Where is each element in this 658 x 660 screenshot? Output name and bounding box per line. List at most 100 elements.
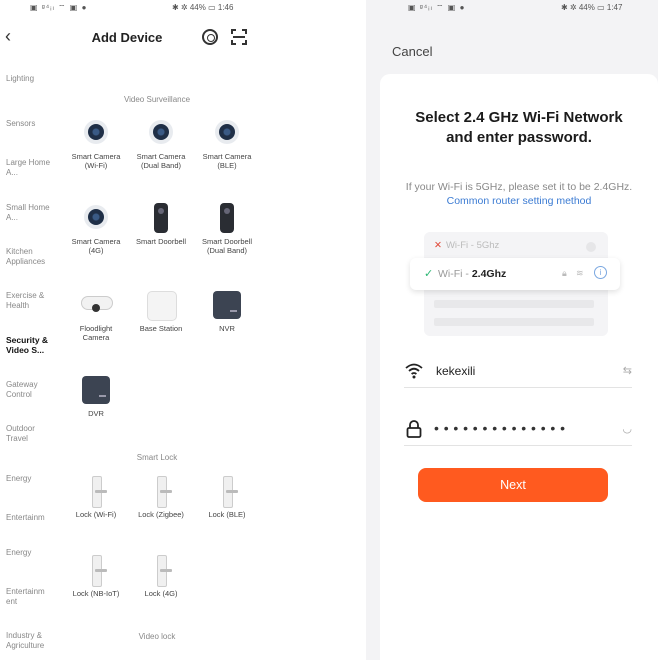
section-title-video-lock: Video lock bbox=[138, 632, 176, 641]
sidebar-item-entertainment[interactable]: Entertainm bbox=[6, 513, 58, 523]
device-label: Smart Camera (Wi-Fi) bbox=[71, 152, 121, 170]
good-network-band: 2.4Ghz bbox=[471, 268, 507, 280]
wifi-card: Select 2.4 GHz Wi-Fi Network and enter p… bbox=[380, 74, 658, 660]
header: ‹ Add Device bbox=[0, 24, 254, 52]
lock-icon bbox=[212, 476, 242, 508]
illustration-dot bbox=[586, 242, 596, 252]
device-label: Smart Doorbell bbox=[135, 237, 187, 246]
device-dvr[interactable]: DVR bbox=[66, 375, 126, 418]
status-left-icons: ▣ ᵍ⁴ᵢₗ ⌔ ▣ ● bbox=[408, 3, 466, 12]
device-base-station[interactable]: Base Station bbox=[131, 290, 191, 333]
device-label: Lock (NB-IoT) bbox=[72, 589, 120, 598]
section-title-video-surveillance: Video Surveillance bbox=[123, 95, 191, 104]
device-label: Lock (4G) bbox=[144, 589, 178, 598]
nvr-icon bbox=[212, 290, 242, 320]
cancel-button[interactable]: Cancel bbox=[392, 44, 432, 59]
device-lock-wifi[interactable]: Lock (Wi-Fi) bbox=[66, 476, 126, 519]
illustration-24ghz-row: ✓ Wi-Fi - 2.4Ghz 🔒︎ ≋ i bbox=[410, 258, 620, 290]
lock-icon bbox=[146, 555, 176, 587]
device-lock-ble[interactable]: Lock (BLE) bbox=[197, 476, 254, 519]
status-bar: ▣ ᵍ⁴ᵢₗ ⌔ ▣ ● ✱ ✲ 44% ▭ 1:47 bbox=[366, 3, 658, 15]
device-floodlight-camera[interactable]: Floodlight Camera bbox=[66, 290, 126, 342]
wifi-setup-screen: ▣ ᵍ⁴ᵢₗ ⌔ ▣ ● ✱ ✲ 44% ▭ 1:47 Cancel Selec… bbox=[366, 0, 658, 660]
illustration-5ghz-row: ✕ Wi-Fi - 5Ghz bbox=[434, 240, 499, 251]
camera-icon bbox=[146, 118, 176, 148]
camera-icon bbox=[81, 118, 111, 148]
device-label: Floodlight Camera bbox=[79, 324, 113, 342]
good-network-prefix: Wi-Fi - bbox=[438, 268, 472, 280]
wifi-description-text: If your Wi-Fi is 5GHz, please set it to … bbox=[405, 181, 633, 193]
base-station-icon bbox=[146, 290, 177, 321]
sidebar-item-exercise[interactable]: Exercise & Health bbox=[6, 291, 58, 311]
sidebar-item-energy[interactable]: Energy bbox=[6, 474, 58, 484]
device-smart-doorbell-dual[interactable]: Smart Doorbell (Dual Band) bbox=[197, 203, 254, 255]
sidebar-item-security[interactable]: Security & Video S... bbox=[6, 335, 58, 355]
device-label: Lock (Zigbee) bbox=[138, 510, 184, 519]
device-label: NVR bbox=[219, 324, 235, 333]
good-network-label: Wi-Fi - 2.4Ghz bbox=[438, 268, 506, 280]
dvr-icon bbox=[81, 375, 111, 405]
device-label: Smart Doorbell (Dual Band) bbox=[201, 237, 253, 255]
device-lock-zigbee[interactable]: Lock (Zigbee) bbox=[131, 476, 191, 519]
lock-icon bbox=[81, 476, 111, 508]
status-right-info: ✱ ✲ 44% ▭ 1:47 bbox=[561, 3, 623, 12]
status-bar: ▣ ᵍ⁴ᵢₗ ⌔ ▣ ● ✱ ✲ 44% ▭ 1:46 bbox=[0, 3, 254, 15]
router-setting-link[interactable]: Common router setting method bbox=[447, 195, 592, 207]
device-smart-doorbell[interactable]: Smart Doorbell bbox=[131, 203, 191, 246]
sidebar-item-large-home[interactable]: Large Home A... bbox=[6, 158, 58, 178]
illustration-placeholder-bar bbox=[434, 318, 594, 326]
show-password-icon[interactable]: ◡ bbox=[622, 422, 632, 435]
wifi-signal-icon: ≋ bbox=[576, 268, 584, 278]
check-icon: ✓ bbox=[424, 268, 434, 280]
device-smart-camera-wifi[interactable]: Smart Camera (Wi-Fi) bbox=[66, 118, 126, 170]
scan-nearby-icon[interactable] bbox=[202, 29, 218, 45]
ssid-value: kekexili bbox=[436, 364, 476, 378]
sidebar-item-kitchen[interactable]: Kitchen Appliances bbox=[6, 247, 58, 267]
sidebar-item-sensors[interactable]: Sensors bbox=[6, 119, 58, 129]
device-lock-4g[interactable]: Lock (4G) bbox=[131, 555, 191, 598]
device-label: DVR bbox=[88, 409, 104, 418]
cross-icon: ✕ bbox=[434, 240, 442, 251]
add-device-screen: ▣ ᵍ⁴ᵢₗ ⌔ ▣ ● ✱ ✲ 44% ▭ 1:46 ‹ Add Device… bbox=[0, 0, 254, 660]
doorbell-icon bbox=[212, 203, 242, 233]
sidebar-item-energy-2[interactable]: Energy bbox=[6, 548, 58, 558]
status-left-icons: ▣ ᵍ⁴ᵢₗ ⌔ ▣ ● bbox=[30, 3, 88, 12]
device-smart-camera-ble[interactable]: Smart Camera (BLE) bbox=[197, 118, 254, 170]
next-button[interactable]: Next bbox=[418, 468, 608, 502]
page: ▣ ᵍ⁴ᵢₗ ⌔ ▣ ● ✱ ✲ 44% ▭ 1:46 ‹ Add Device… bbox=[0, 0, 658, 660]
wifi-band-illustration: ✕ Wi-Fi - 5Ghz ✓ Wi-Fi - 2.4Ghz 🔒︎ ≋ i bbox=[410, 232, 640, 342]
device-label: Lock (Wi-Fi) bbox=[75, 510, 117, 519]
lock-icon bbox=[146, 476, 176, 508]
device-label: Base Station bbox=[139, 324, 183, 333]
device-smart-camera-dual[interactable]: Smart Camera (Dual Band) bbox=[131, 118, 191, 170]
device-label: Lock (BLE) bbox=[208, 510, 246, 519]
sidebar-item-industry[interactable]: Industry & Agriculture bbox=[6, 631, 58, 651]
floodlight-icon bbox=[81, 290, 113, 320]
wifi-password-field[interactable]: •••••••••••••• ◡ bbox=[404, 416, 632, 446]
switch-network-icon[interactable]: ⇆ bbox=[623, 364, 632, 377]
bad-network-label: Wi-Fi - 5Ghz bbox=[445, 240, 500, 251]
device-smart-camera-4g[interactable]: Smart Camera (4G) bbox=[66, 203, 126, 255]
device-lock-nbiot[interactable]: Lock (NB-IoT) bbox=[66, 555, 126, 598]
doorbell-icon bbox=[146, 203, 176, 233]
section-title-smart-lock: Smart Lock bbox=[136, 453, 178, 462]
wifi-icon bbox=[405, 363, 423, 379]
camera-icon bbox=[81, 203, 111, 233]
device-label: Smart Camera (4G) bbox=[71, 237, 121, 255]
lock-icon bbox=[406, 420, 422, 438]
sidebar-item-outdoor[interactable]: Outdoor Travel bbox=[6, 424, 58, 444]
qr-scan-icon[interactable] bbox=[231, 29, 247, 45]
status-right-info: ✱ ✲ 44% ▭ 1:46 bbox=[172, 3, 234, 12]
device-label: Smart Camera (BLE) bbox=[202, 152, 252, 170]
device-label: Smart Camera (Dual Band) bbox=[136, 152, 186, 170]
sidebar-item-entertainment-2[interactable]: Entertainm ent bbox=[6, 587, 58, 607]
password-mask: •••••••••••••• bbox=[434, 420, 570, 436]
sidebar-item-lighting[interactable]: Lighting bbox=[6, 74, 58, 84]
wifi-ssid-field[interactable]: kekexili ⇆ bbox=[404, 358, 632, 388]
wifi-title: Select 2.4 GHz Wi-Fi Network and enter p… bbox=[415, 109, 623, 146]
sidebar-item-gateway[interactable]: Gateway Control bbox=[6, 380, 58, 400]
lock-icon bbox=[81, 555, 111, 587]
device-nvr[interactable]: NVR bbox=[197, 290, 254, 333]
small-lock-icon: 🔒︎ bbox=[562, 268, 567, 278]
sidebar-item-small-home[interactable]: Small Home A... bbox=[6, 203, 58, 223]
